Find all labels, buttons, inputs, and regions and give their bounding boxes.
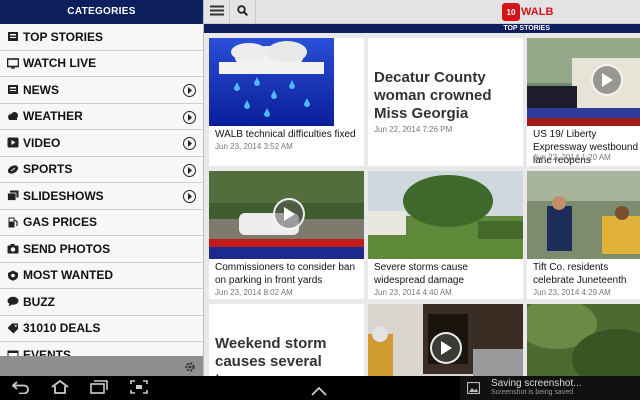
gear-icon[interactable] xyxy=(184,360,196,376)
story-card[interactable] xyxy=(527,304,640,376)
story-caption: Tift Co. residents celebrate Juneteenth xyxy=(533,262,627,286)
sidebar-item-label: WEATHER xyxy=(23,109,83,124)
story-date: Jun 23, 2014 8:02 AM xyxy=(215,288,293,297)
sidebar-item-label: SPORTS xyxy=(23,162,73,177)
story-card[interactable]: Tift Co. residents celebrate Juneteenth … xyxy=(527,171,640,299)
image-icon xyxy=(466,381,481,399)
chevron-right-icon[interactable] xyxy=(183,110,196,124)
story-caption: Commissioners to consider ban on parking… xyxy=(215,262,356,286)
play-button[interactable] xyxy=(273,198,305,230)
sidebar-item-most-wanted[interactable]: MOST WANTED xyxy=(0,262,203,289)
story-card[interactable]: Severe storms cause widespread damage Ju… xyxy=(368,171,523,299)
sidebar-item-label: BUZZ xyxy=(23,294,55,309)
gas-pump-icon xyxy=(6,216,19,228)
sidebar-item-send-photos[interactable]: SEND PHOTOS xyxy=(0,236,203,263)
sidebar-item-weather[interactable]: WEATHER xyxy=(0,103,203,130)
story-date: Jun 22, 2014 7:26 PM xyxy=(374,125,453,134)
newspaper-icon xyxy=(6,31,19,43)
camera-icon xyxy=(6,243,19,255)
menu-button[interactable] xyxy=(204,0,230,24)
logo-name: WALB xyxy=(521,6,554,18)
sidebar-item-label: VIDEO xyxy=(23,135,61,150)
chevron-right-icon[interactable] xyxy=(183,190,196,203)
sidebar-item-label: GAS PRICES xyxy=(23,215,98,230)
story-headline: Decatur County woman crowned Miss Georgi… xyxy=(374,69,492,122)
sidebar-item-watch-live[interactable]: WATCH LIVE xyxy=(0,50,203,77)
play-button[interactable] xyxy=(591,64,623,96)
play-button[interactable] xyxy=(430,332,462,364)
sidebar-item-news[interactable]: NEWS xyxy=(0,77,203,104)
story-thumbnail xyxy=(527,38,640,126)
recent-apps-icon[interactable] xyxy=(90,380,108,399)
notification-subtitle: Screenshot is being saved xyxy=(491,389,574,396)
story-thumbnail xyxy=(527,171,640,259)
sidebar-item-label: SEND PHOTOS xyxy=(23,241,111,256)
sidebar-item-buzz[interactable]: BUZZ xyxy=(0,289,203,316)
cloud-icon xyxy=(6,110,19,122)
screenshot-notification: Saving screenshot... Screenshot is being… xyxy=(460,376,640,400)
story-card[interactable] xyxy=(368,304,523,376)
sidebar-item-gas-prices[interactable]: GAS PRICES xyxy=(0,209,203,236)
story-card[interactable]: Commissioners to consider ban on parking… xyxy=(209,171,364,299)
badge-icon xyxy=(6,269,19,281)
tv-icon xyxy=(6,57,19,69)
story-card[interactable]: Decatur County woman crowned Miss Georgi… xyxy=(368,38,523,166)
story-thumbnail xyxy=(527,304,640,376)
sidebar-footer xyxy=(0,356,203,376)
back-icon[interactable] xyxy=(11,380,30,399)
sidebar-item-top-stories[interactable]: TOP STORIES xyxy=(0,24,203,51)
sidebar-item-label: MOST WANTED xyxy=(23,268,113,283)
section-title: TOP STORIES xyxy=(204,24,640,33)
newspaper-icon xyxy=(6,84,19,96)
home-icon[interactable] xyxy=(50,379,70,399)
story-card[interactable]: WALB technical difficulties fixed Jun 23… xyxy=(209,38,364,166)
chevron-right-icon[interactable] xyxy=(183,84,196,97)
story-date: Jun 23, 2014 3:52 AM xyxy=(215,142,293,151)
story-caption: Severe storms cause widespread damage xyxy=(374,262,468,286)
main-content: 10 WALB TOP STORIES WALB technical diffi… xyxy=(204,0,640,376)
story-thumbnail xyxy=(209,38,334,126)
chat-bubble-icon xyxy=(6,296,19,308)
sidebar-item-slideshows[interactable]: SLIDESHOWS xyxy=(0,183,203,210)
search-button[interactable] xyxy=(230,0,256,24)
football-icon xyxy=(6,163,19,175)
tag-icon xyxy=(6,322,19,334)
search-icon xyxy=(237,3,249,21)
sidebar-item-label: NEWS xyxy=(23,82,59,97)
sidebar-item-label: WATCH LIVE xyxy=(23,56,97,71)
play-icon xyxy=(6,137,19,149)
chevron-right-icon[interactable] xyxy=(183,163,196,177)
slides-icon xyxy=(6,190,19,202)
story-card[interactable]: US 19/ Liberty Expressway westbound lane… xyxy=(527,38,640,166)
story-headline: Weekend storm causes several trees xyxy=(215,335,327,376)
station-logo: 10 WALB xyxy=(502,3,553,21)
story-card[interactable]: Weekend storm causes several trees xyxy=(209,304,364,376)
sidebar-item-sports[interactable]: SPORTS xyxy=(0,156,203,183)
notification-title: Saving screenshot... xyxy=(491,378,582,389)
chevron-right-icon[interactable] xyxy=(183,137,196,150)
sidebar-item-label: 31010 DEALS xyxy=(23,321,101,336)
top-toolbar: 10 WALB xyxy=(204,0,640,24)
screenshot-icon[interactable] xyxy=(130,380,148,399)
story-date: Jun 22, 2014 1:20 AM xyxy=(533,153,611,162)
sidebar-header: CATEGORIES xyxy=(0,0,203,24)
logo-badge: 10 xyxy=(502,3,520,21)
chevron-up-icon[interactable] xyxy=(311,383,327,400)
story-date: Jun 23, 2014 4:29 AM xyxy=(533,288,611,297)
sidebar-item-label: SLIDESHOWS xyxy=(23,188,104,203)
sidebar-item-label: TOP STORIES xyxy=(23,29,104,44)
hamburger-icon xyxy=(209,3,224,21)
story-date: Jun 23, 2014 4:40 AM xyxy=(374,288,452,297)
sidebar-item-video[interactable]: VIDEO xyxy=(0,130,203,157)
story-thumbnail xyxy=(368,171,523,259)
categories-sidebar: CATEGORIES TOP STORIES WATCH LIVE NEWS W… xyxy=(0,0,204,376)
story-caption: WALB technical difficulties fixed xyxy=(215,129,356,140)
sidebar-item-deals[interactable]: 31010 DEALS xyxy=(0,315,203,342)
